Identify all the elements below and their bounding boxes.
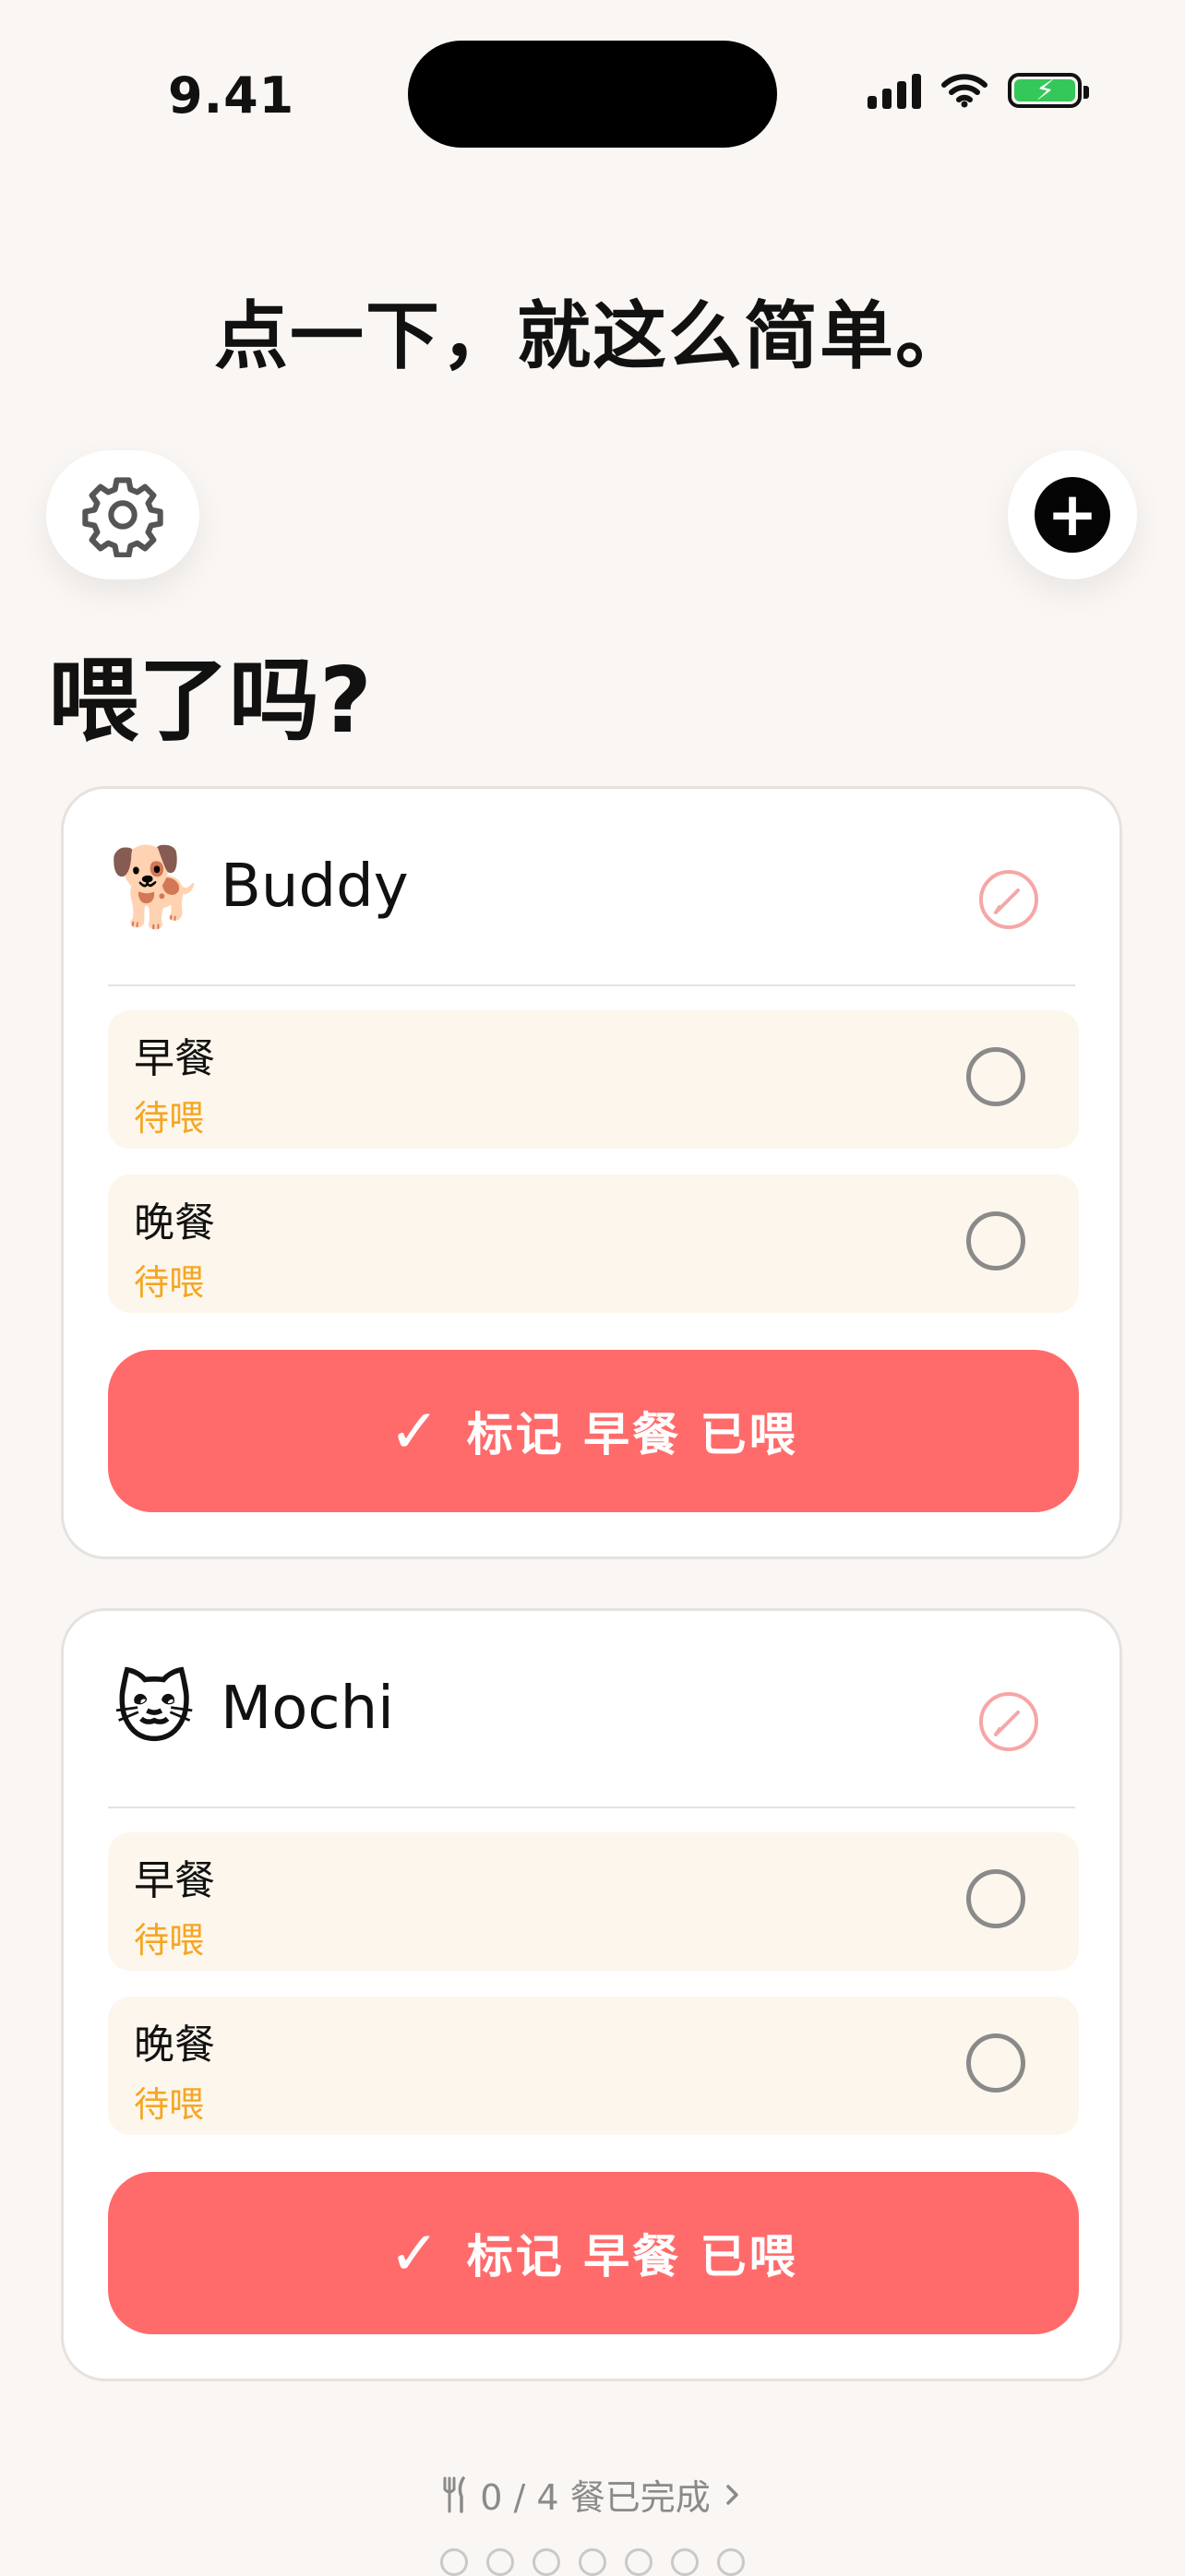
page-dot (440, 2548, 468, 2576)
pet-name: Mochi (221, 1675, 394, 1743)
meal-status: 待喂 (134, 1098, 205, 1139)
page-dot (579, 2548, 606, 2576)
cellular-signal-icon (868, 72, 921, 109)
wifi-icon (941, 74, 988, 108)
meal-row-dinner[interactable]: 晚餐 待喂 (108, 1175, 1079, 1313)
meal-checkbox[interactable] (966, 1211, 1025, 1270)
pet-card-header: 🐱 Mochi (108, 1611, 1075, 1808)
dog-icon: 🐕 (108, 841, 205, 932)
meal-row-breakfast[interactable]: 早餐 待喂 (108, 1832, 1079, 1971)
pet-card: 🐕 Buddy 早餐 待喂 晚餐 待喂 ✓ 标记 早餐 已喂 (61, 786, 1122, 1559)
plus-circle-icon: + (1035, 477, 1110, 553)
page-dot (717, 2548, 745, 2576)
battery-charging-icon: ⚡ (1008, 73, 1089, 108)
meal-row-breakfast[interactable]: 早餐 待喂 (108, 1010, 1079, 1149)
mark-fed-label: 标记 早餐 已喂 (466, 1408, 798, 1461)
tagline: 点一下，就这么简单。 (214, 293, 971, 379)
meal-name: 早餐 (134, 1857, 215, 1904)
meal-status: 待喂 (134, 1920, 205, 1961)
pet-name: Buddy (221, 853, 409, 921)
mark-fed-label: 标记 早餐 已喂 (466, 2230, 798, 2284)
meal-row-dinner[interactable]: 晚餐 待喂 (108, 1997, 1079, 2135)
mark-fed-button[interactable]: ✓ 标记 早餐 已喂 (108, 1350, 1079, 1512)
add-pet-button[interactable]: + (1008, 450, 1137, 579)
pet-card: 🐱 Mochi 早餐 待喂 晚餐 待喂 ✓ 标记 早餐 已喂 (61, 1608, 1122, 2381)
meal-status: 待喂 (134, 2084, 205, 2125)
meal-name: 晚餐 (134, 2021, 215, 2069)
page-dots (0, 2548, 1185, 2576)
meal-checkbox[interactable] (966, 1047, 1025, 1106)
progress-text: 0 / 4 餐已完成 (480, 2477, 711, 2518)
settings-button[interactable] (46, 450, 199, 579)
chevron-right-icon (725, 2484, 738, 2505)
edit-icon[interactable] (977, 868, 1040, 931)
gear-icon (82, 477, 163, 557)
dynamic-island (408, 41, 777, 148)
meal-status: 待喂 (134, 1262, 205, 1303)
page-dot (533, 2548, 560, 2576)
edit-icon[interactable] (977, 1690, 1040, 1753)
fork-knife-icon (443, 2475, 466, 2513)
pet-card-header: 🐕 Buddy (108, 789, 1075, 986)
page-dot (486, 2548, 514, 2576)
meal-checkbox[interactable] (966, 2033, 1025, 2093)
status-time: 9.41 (168, 66, 295, 125)
checkmark-icon: ✓ (389, 1395, 443, 1467)
progress-summary[interactable]: 0 / 4 餐已完成 (0, 2469, 1185, 2520)
page-dot (671, 2548, 699, 2576)
mark-fed-button[interactable]: ✓ 标记 早餐 已喂 (108, 2172, 1079, 2334)
meal-checkbox[interactable] (966, 1869, 1025, 1928)
page-dot (625, 2548, 652, 2576)
meal-name: 早餐 (134, 1035, 215, 1082)
checkmark-icon: ✓ (389, 2217, 443, 2289)
cat-icon: 🐱 (114, 1664, 195, 1754)
page-title: 喂了吗? (48, 649, 372, 754)
status-icons: ⚡ (868, 72, 1089, 109)
meal-name: 晚餐 (134, 1199, 215, 1246)
